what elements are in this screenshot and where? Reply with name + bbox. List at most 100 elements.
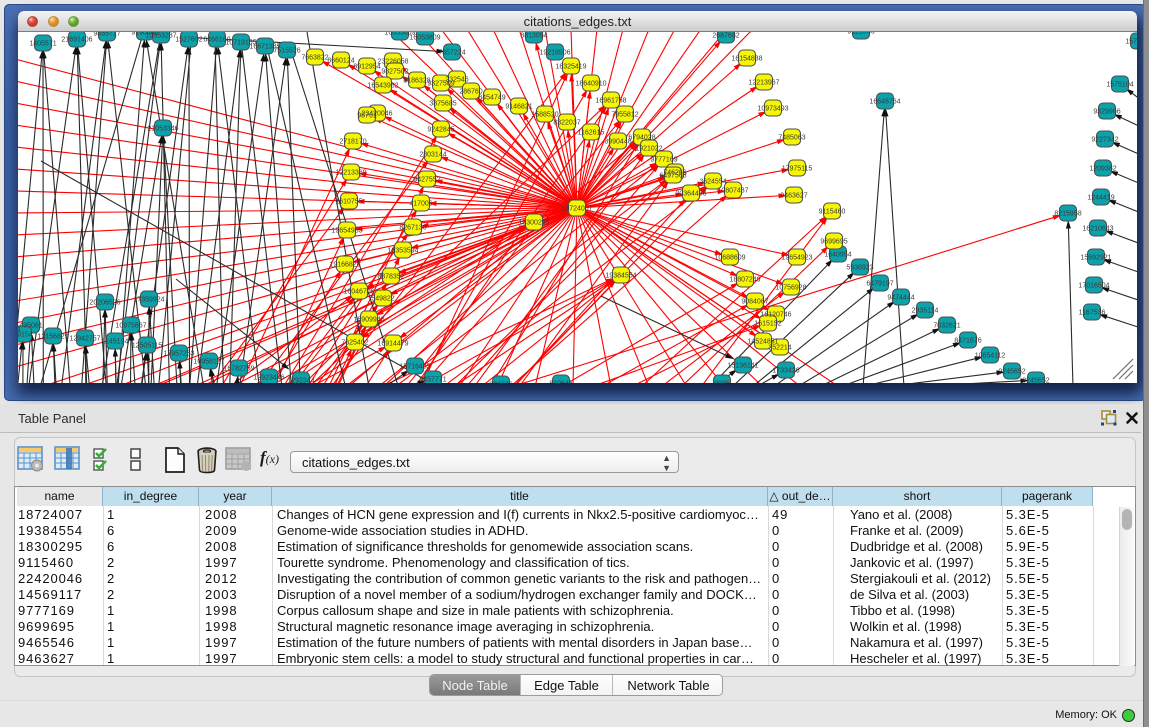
svg-text:9146821: 9146821 [505, 104, 532, 111]
svg-text:16154838: 16154838 [731, 56, 762, 63]
svg-text:1405571: 1405571 [29, 41, 56, 48]
svg-text:9463627: 9463627 [780, 193, 807, 200]
svg-text:16914479: 16914479 [377, 341, 408, 348]
svg-text:1575104: 1575104 [1125, 39, 1137, 46]
svg-text:6479197: 6479197 [866, 281, 893, 288]
svg-text:12213967: 12213967 [748, 80, 779, 87]
svg-text:5938923: 5938923 [846, 265, 873, 272]
svg-text:16353594: 16353594 [387, 248, 418, 255]
svg-text:10975867: 10975867 [115, 323, 146, 330]
svg-text:16210643: 16210643 [1082, 226, 1113, 233]
svg-text:19218506: 19218506 [539, 50, 570, 57]
svg-text:16961758: 16961758 [595, 98, 626, 105]
svg-text:7625402: 7625402 [341, 340, 368, 347]
svg-text:21691406: 21691406 [61, 37, 92, 44]
svg-text:12942757: 12942757 [69, 336, 100, 343]
svg-text:7955812: 7955812 [611, 112, 638, 119]
svg-text:1640954: 1640954 [824, 252, 851, 259]
svg-text:12923446: 12923446 [253, 375, 284, 382]
svg-text:10654112: 10654112 [975, 353, 1006, 360]
svg-text:10807487: 10807487 [717, 188, 748, 195]
svg-text:17975115: 17975115 [782, 166, 813, 173]
svg-text:19654985: 19654985 [331, 228, 362, 235]
svg-text:20364436: 20364436 [675, 191, 706, 198]
svg-text:17016504: 17016504 [1078, 283, 1109, 290]
svg-text:10688609: 10688609 [714, 255, 745, 262]
svg-text:1527602: 1527602 [175, 37, 202, 44]
svg-text:7515526: 7515526 [273, 48, 300, 55]
svg-text:252214: 252214 [768, 345, 791, 352]
svg-text:9855717: 9855717 [93, 32, 120, 38]
svg-text:12213369: 12213369 [335, 170, 366, 177]
svg-text:21053346: 21053346 [147, 126, 178, 133]
svg-text:39154: 39154 [18, 332, 33, 339]
svg-text:8660124: 8660124 [327, 58, 354, 65]
svg-text:2935114: 2935114 [912, 308, 939, 315]
svg-text:8322037: 8322037 [553, 120, 580, 127]
svg-text:435061: 435061 [19, 323, 42, 330]
svg-text:12156829: 12156829 [37, 334, 68, 341]
svg-text:7485063: 7485063 [778, 135, 805, 142]
svg-text:1244419: 1244419 [1087, 195, 1114, 202]
svg-text:9115460: 9115460 [819, 209, 846, 216]
svg-text:17359924: 17359924 [133, 297, 164, 304]
svg-text:18640910: 18640910 [575, 81, 606, 88]
svg-text:1575104: 1575104 [1106, 82, 1133, 89]
svg-text:417006: 417006 [409, 201, 432, 208]
svg-text:3624554: 3624554 [699, 179, 726, 186]
svg-text:1145194: 1145194 [102, 339, 129, 346]
svg-text:1610755: 1610755 [335, 199, 362, 206]
svg-text:7032621: 7032621 [933, 323, 960, 330]
svg-text:10853287: 10853287 [145, 33, 176, 40]
svg-text:19384554: 19384554 [605, 273, 636, 280]
svg-text:98761: 98761 [357, 113, 377, 120]
svg-text:6497568: 6497568 [659, 173, 686, 180]
svg-text:9085: 9085 [714, 381, 730, 384]
svg-text:9245652: 9245652 [998, 369, 1025, 376]
svg-text:16120746: 16120746 [760, 312, 791, 319]
svg-text:16782759: 16782759 [223, 366, 254, 373]
svg-text:1921022: 1921022 [635, 146, 662, 153]
svg-text:1292344: 1292344 [287, 378, 314, 384]
svg-text:8471676: 8471676 [954, 338, 981, 345]
svg-text:2803144: 2803144 [419, 152, 446, 159]
svg-text:232546: 232546 [445, 77, 468, 84]
svg-text:18300295: 18300295 [518, 220, 549, 227]
svg-text:9777169: 9777169 [650, 157, 677, 164]
svg-text:7357224: 7357224 [438, 50, 465, 57]
svg-text:1615152: 1615152 [754, 321, 781, 328]
svg-text:18807249: 18807249 [729, 277, 760, 284]
svg-text:15716485: 15716485 [399, 364, 430, 371]
svg-text:16909946: 16909946 [353, 317, 384, 324]
svg-text:1209382: 1209382 [1089, 166, 1116, 173]
svg-text:1733426: 1733426 [772, 368, 799, 375]
svg-text:6794028: 6794028 [628, 135, 655, 142]
svg-text:12505115: 12505115 [132, 343, 163, 350]
svg-text:9329966: 9329966 [1093, 109, 1120, 116]
svg-text:10973493: 10973493 [757, 106, 788, 113]
svg-text:549822: 549822 [371, 296, 394, 303]
svg-text:2718170: 2718170 [339, 139, 366, 146]
svg-text:810645: 810645 [549, 381, 572, 384]
svg-text:16648764: 16648764 [869, 99, 900, 106]
svg-text:10756928: 10756928 [775, 285, 806, 292]
svg-text:9227342: 9227342 [1091, 137, 1118, 144]
svg-text:17957253: 17957253 [163, 351, 194, 358]
svg-text:9242845: 9242845 [427, 127, 454, 134]
svg-text:19166826: 19166826 [329, 262, 360, 269]
svg-text:8454749: 8454749 [478, 95, 505, 102]
svg-text:15692921: 15692921 [1080, 255, 1111, 262]
svg-text:16543982: 16543982 [367, 83, 398, 90]
svg-text:15136141: 15136141 [727, 363, 758, 370]
svg-text:10958127: 10958127 [193, 359, 224, 366]
svg-text:1588520: 1588520 [531, 112, 558, 119]
svg-text:9084067: 9084067 [741, 299, 768, 306]
svg-text:9827502: 9827502 [381, 69, 408, 76]
svg-text:9457771: 9457771 [419, 377, 446, 384]
svg-text:8878352: 8878352 [377, 274, 404, 281]
svg-text:18325419: 18325419 [555, 64, 586, 71]
svg-text:924506: 924506 [489, 382, 512, 384]
svg-text:9474444: 9474444 [887, 295, 914, 302]
svg-text:18724007: 18724007 [561, 206, 592, 213]
svg-text:2687682: 2687682 [712, 33, 739, 40]
